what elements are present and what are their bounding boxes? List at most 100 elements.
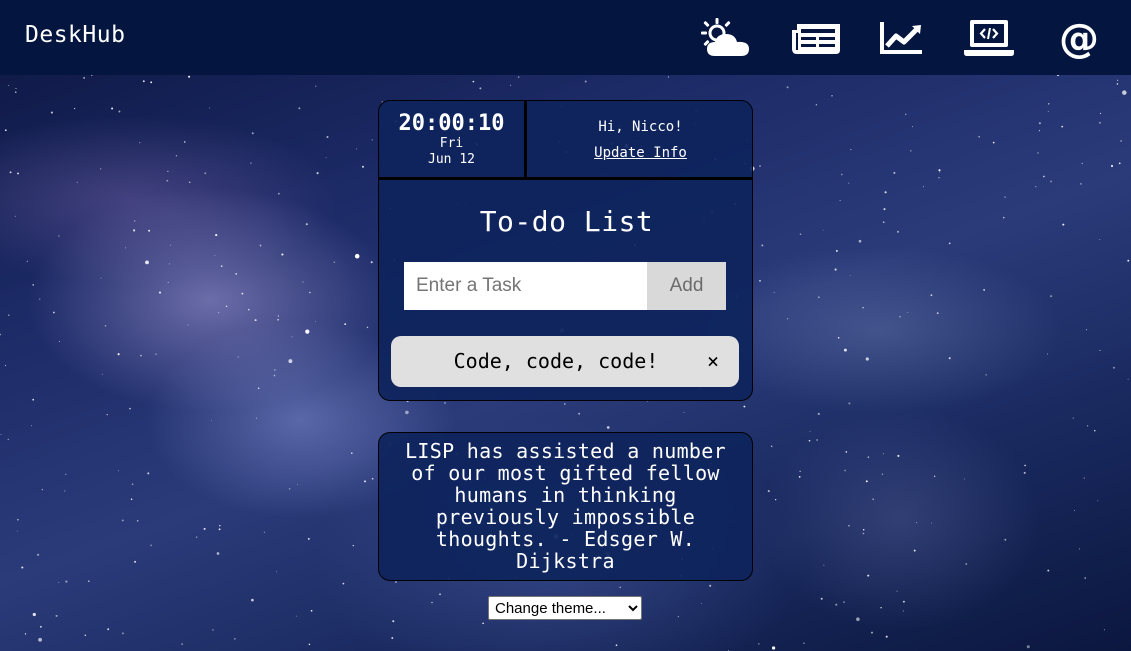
quote-card: LISP has assisted a number of our most g… (378, 432, 753, 581)
star (1084, 577, 1086, 579)
weather-icon[interactable] (697, 16, 753, 60)
todo-item-text: Code, code, code! (453, 349, 659, 373)
star (965, 563, 968, 565)
star (394, 581, 397, 583)
star (839, 200, 841, 202)
star (100, 277, 102, 279)
star (58, 340, 61, 343)
star (32, 284, 34, 286)
star (277, 192, 280, 195)
star (188, 75, 191, 78)
star (188, 181, 191, 183)
star (872, 498, 875, 501)
star (1083, 477, 1085, 479)
star (1062, 223, 1065, 226)
star (7, 438, 9, 440)
star (325, 157, 327, 158)
star (985, 374, 987, 376)
chart-line-icon[interactable] (874, 16, 930, 60)
star (136, 520, 139, 522)
theme-select[interactable]: Change theme... (488, 596, 642, 620)
star (1026, 645, 1030, 649)
star (84, 634, 87, 637)
star (1038, 122, 1041, 125)
star (310, 609, 313, 612)
star (584, 80, 587, 83)
star (237, 356, 239, 358)
star (354, 253, 360, 259)
star (39, 298, 41, 300)
star (775, 499, 777, 501)
star (315, 85, 317, 87)
star (220, 265, 223, 267)
star (133, 220, 136, 222)
star (759, 279, 761, 282)
star (1038, 130, 1040, 132)
add-task-button[interactable]: Add (647, 262, 726, 310)
star (250, 162, 252, 164)
star (296, 484, 298, 485)
star (835, 603, 838, 606)
star (218, 528, 221, 531)
star (257, 387, 260, 390)
star (709, 584, 712, 587)
star (867, 574, 870, 577)
star (276, 571, 278, 573)
star (64, 490, 66, 492)
star (129, 407, 131, 410)
star (963, 478, 965, 480)
greeting-widget: Hi, Nicco! Update Info (527, 101, 752, 180)
star (848, 182, 850, 184)
star (907, 311, 909, 313)
star (938, 169, 941, 172)
star (913, 549, 916, 552)
star (743, 405, 746, 408)
star (118, 110, 121, 113)
star (0, 333, 1, 336)
star (187, 324, 189, 326)
star (845, 451, 848, 453)
newspaper-icon[interactable] (788, 16, 844, 60)
star (58, 581, 60, 583)
star (371, 139, 373, 141)
brand-logo[interactable]: DeskHub (25, 22, 125, 48)
star (15, 87, 17, 89)
star (117, 353, 120, 356)
star (133, 229, 136, 232)
star (305, 329, 310, 334)
star (65, 580, 68, 583)
star (134, 560, 137, 563)
star (1112, 366, 1115, 369)
star (482, 622, 484, 625)
laptop-code-icon[interactable] (961, 16, 1017, 60)
star (302, 281, 304, 283)
star (759, 165, 761, 167)
star (823, 564, 825, 566)
star (606, 426, 610, 429)
star (274, 369, 276, 371)
star (145, 260, 149, 265)
star (251, 132, 254, 135)
remove-task-button[interactable]: × (707, 336, 719, 387)
at-icon[interactable]: @ (1051, 16, 1107, 62)
star (214, 255, 216, 257)
star (817, 412, 820, 415)
todo-item[interactable]: Code, code, code! × (391, 336, 739, 387)
star (773, 291, 775, 293)
star (15, 91, 17, 93)
star (978, 135, 980, 138)
task-input[interactable] (404, 262, 647, 310)
star (472, 80, 475, 83)
star (288, 488, 291, 490)
update-info-link[interactable]: Update Info (594, 145, 687, 161)
star (9, 171, 12, 174)
star (904, 113, 907, 116)
star (256, 417, 258, 419)
star (677, 616, 679, 618)
star (364, 480, 366, 483)
star (667, 76, 669, 78)
star (1097, 500, 1099, 502)
star (619, 586, 621, 589)
star (564, 403, 566, 405)
star (106, 413, 108, 416)
